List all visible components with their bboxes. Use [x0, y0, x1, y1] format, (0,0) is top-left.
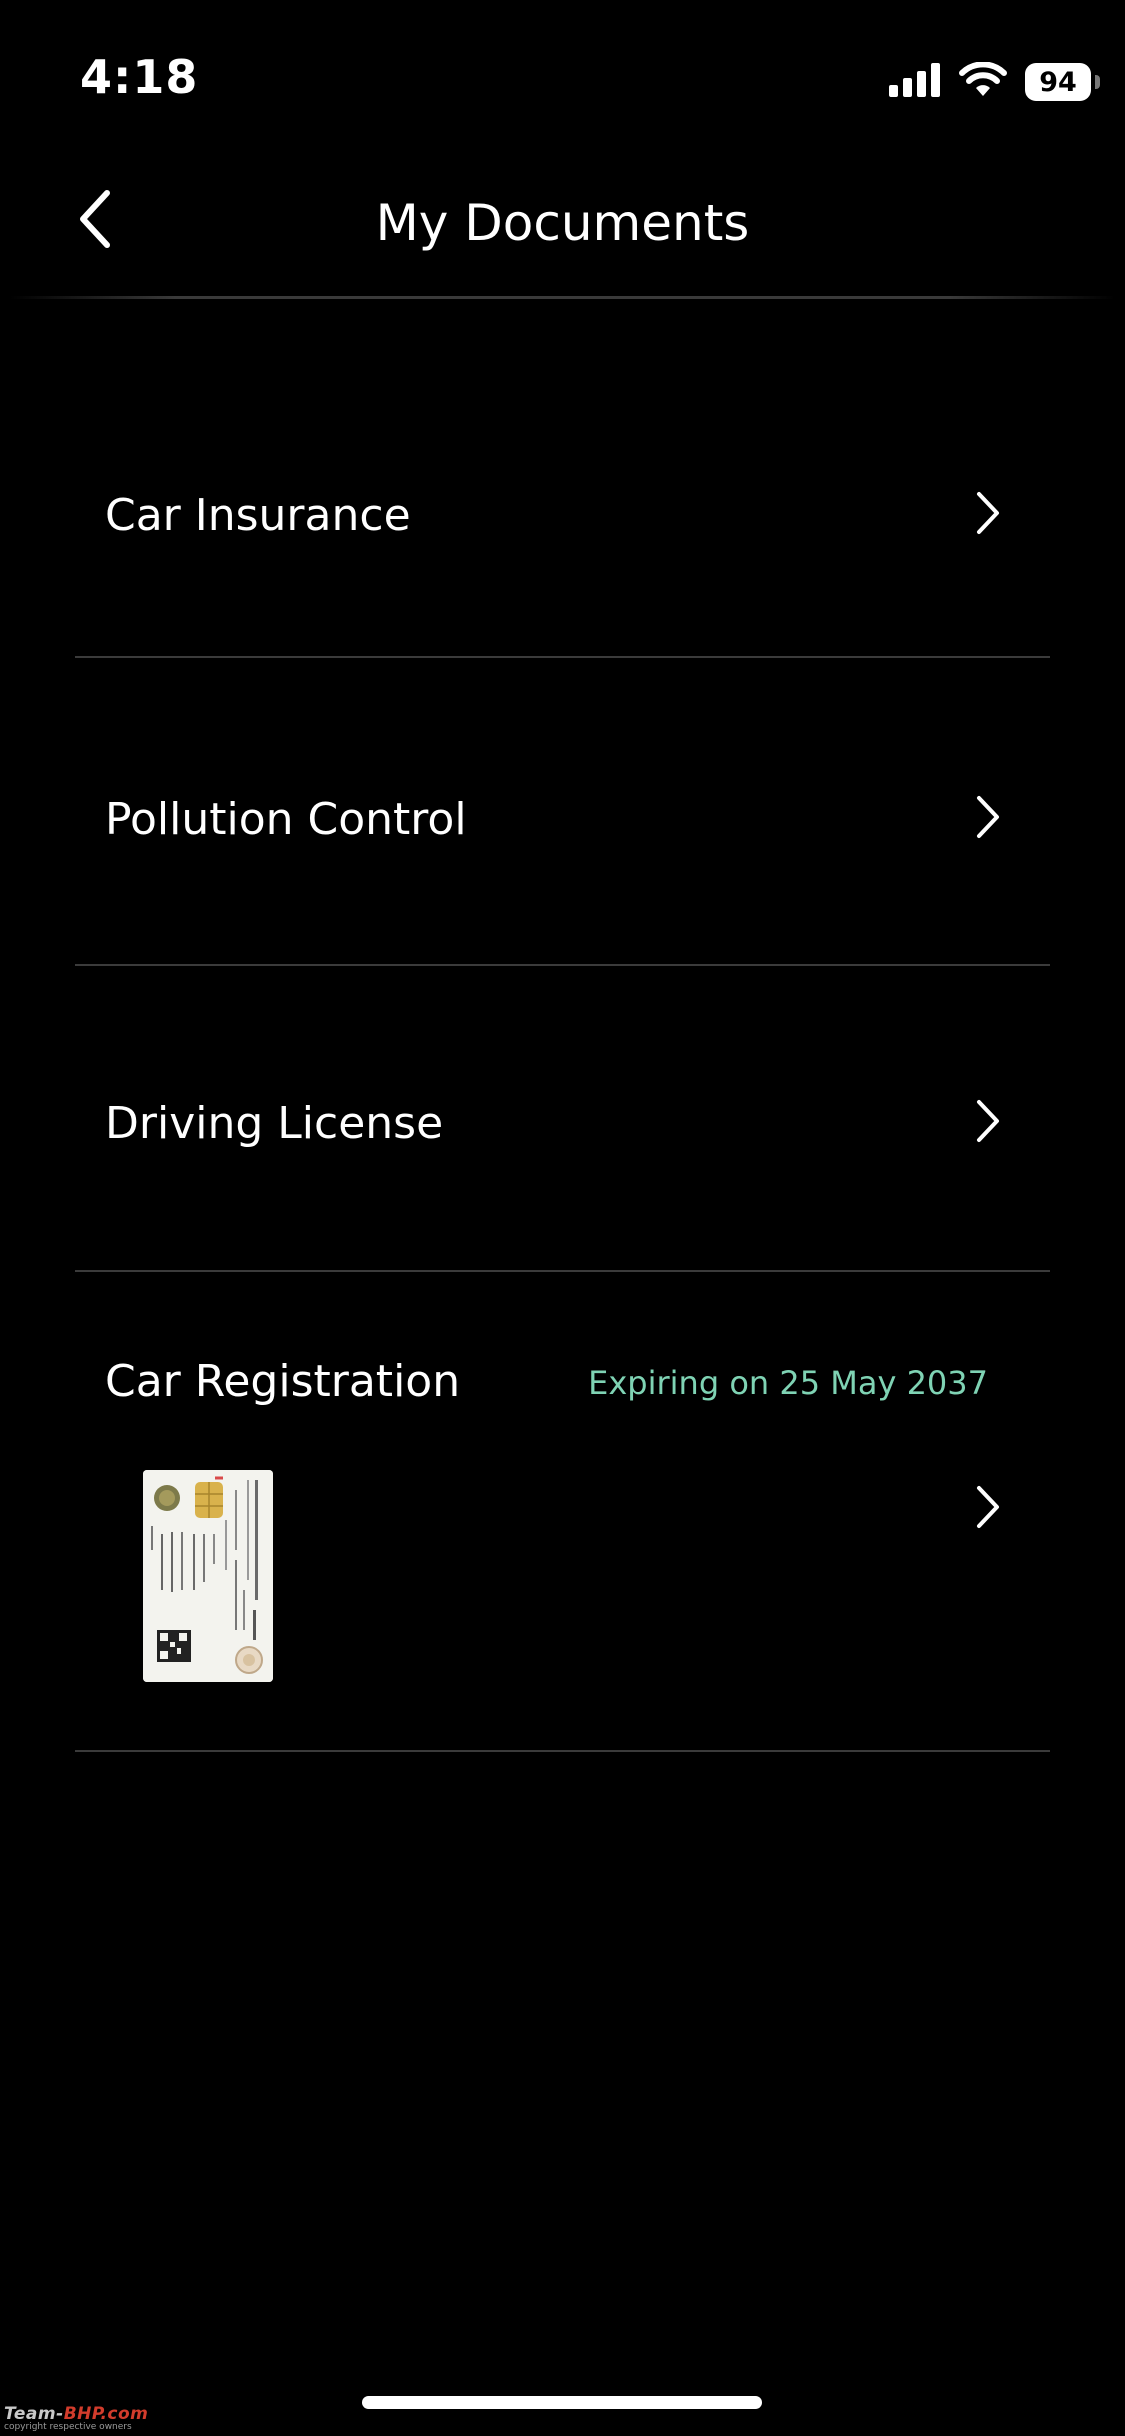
pollution-control-row[interactable]: Pollution Control	[75, 658, 1050, 966]
wifi-icon	[959, 61, 1007, 102]
doc-label: Driving License	[105, 1098, 444, 1149]
registration-card-thumbnail[interactable]	[143, 1470, 273, 1682]
doc-label: Pollution Control	[105, 794, 467, 845]
status-icons: 94	[889, 60, 1100, 104]
status-bar: 4:18 94	[0, 0, 1125, 150]
battery-icon: 94	[1025, 63, 1100, 101]
chevron-right-icon	[968, 488, 1008, 538]
nav-divider	[10, 296, 1115, 299]
chevron-right-icon	[968, 1096, 1008, 1146]
home-indicator[interactable]	[362, 2396, 762, 2409]
watermark: Team-BHP.com copyright respective owners	[4, 2404, 148, 2432]
expiry-status: Expiring on 25 May 2037	[588, 1364, 988, 1402]
car-insurance-row[interactable]: Car Insurance	[75, 350, 1050, 658]
watermark-caption: copyright respective owners	[4, 2422, 132, 2432]
doc-label: Car Insurance	[105, 490, 411, 541]
watermark-logo: Team-BHP.com	[4, 2404, 148, 2424]
cellular-signal-icon	[889, 63, 941, 101]
watermark-prefix: Team-	[4, 2404, 64, 2424]
status-time: 4:18	[80, 50, 199, 104]
nav-bar: My Documents	[0, 150, 1125, 299]
car-registration-row[interactable]: Car Registration Expiring on 25 May 2037	[75, 1272, 1050, 1752]
page-title: My Documents	[375, 194, 750, 252]
doc-label: Car Registration	[105, 1356, 461, 1407]
chevron-right-icon	[968, 1482, 1008, 1532]
watermark-brand: BHP.com	[63, 2404, 149, 2424]
battery-level: 94	[1039, 66, 1077, 98]
chevron-right-icon	[968, 792, 1008, 842]
driving-license-row[interactable]: Driving License	[75, 966, 1050, 1272]
